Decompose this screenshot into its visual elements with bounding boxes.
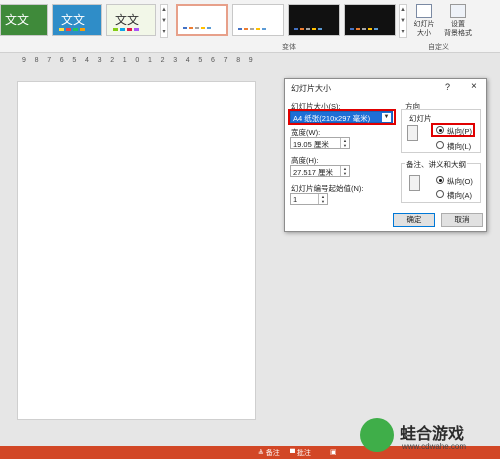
highlight-box [288,109,396,125]
theme-thumbnail-2[interactable]: 文文 [52,4,102,36]
variant-thumbnail-1[interactable] [176,4,228,36]
variant-thumbnail-2[interactable] [232,4,284,36]
cancel-button[interactable]: 取消 [441,213,483,227]
ruler-tick-label: 1 [148,57,152,64]
theme-thumbnail-text: 文文 [115,13,140,27]
watermark-name: 蛙合游戏 [400,424,465,443]
watermark-logo: 蛙合游戏 www.cdwahe.com [360,418,500,459]
portrait-page-icon [407,125,418,141]
scroll-up-icon[interactable]: ▲ [400,5,406,16]
variant-thumbnail-4[interactable] [344,4,396,36]
ruler-tick-label: 1 [122,57,127,64]
spin-buttons-icon[interactable]: ▲ ▼ [340,138,349,148]
slide-size-dialog: 幻灯片大小 ? × 幻灯片大小(S): A4 纸张(210x297 毫米) ▼ … [284,78,487,232]
slides-group-label: 幻灯片 [409,114,432,123]
ruler-tick-label: 6 [59,57,64,64]
ruler-tick-label: 7 [223,57,228,64]
ruler-tick-label: 2 [110,57,115,64]
notes-landscape-radio[interactable] [436,190,444,198]
notes-group-label: 备注、讲义和大纲 [405,159,467,170]
vertical-ruler [6,81,14,420]
variants-group-label: 变体 [282,44,296,51]
gallery-more-icon[interactable]: ▾ [400,27,406,38]
slides-landscape-radio[interactable] [436,141,444,149]
variant-color-swatches [350,28,378,30]
slides-landscape-label[interactable]: 横向(L) [447,141,471,152]
variant-color-swatches [294,28,322,30]
slide-canvas[interactable] [17,81,256,420]
ruler-tick-label: 4 [85,57,89,64]
scroll-up-icon[interactable]: ▲ [161,5,167,16]
ok-button[interactable]: 确定 [393,213,435,227]
notes-portrait-label[interactable]: 纵向(O) [447,176,473,187]
ruler-tick-label: 4 [185,57,190,64]
ruler-tick-label: 5 [72,57,77,64]
start-number-value: 1 [293,195,298,204]
ruler-tick-label: 8 [236,57,241,64]
spin-buttons-icon[interactable]: ▲ ▼ [340,166,349,176]
spin-buttons-icon[interactable]: ▲ ▼ [318,194,327,204]
width-field[interactable]: 19.05 厘米 ▲ ▼ [290,137,350,149]
theme-color-swatches [113,28,139,31]
frog-logo-icon [360,418,394,452]
theme-thumbnail-text: 文文 [5,13,30,27]
close-icon[interactable]: × [471,81,477,92]
slide-size-label: 幻灯片 大小 [413,21,435,37]
ribbon: 文文 文文 文文 ▲ ▼ ▾ ▲ ▼ ▾ 变体 幻灯片 大小 设置 背景格式 自… [0,0,500,53]
ruler-tick-label: 3 [173,57,178,64]
scroll-down-icon[interactable]: ▼ [161,16,167,27]
ruler-tick-label: 0 [135,57,140,64]
notes-landscape-label[interactable]: 横向(A) [447,190,472,201]
dialog-title: 幻灯片大小 [291,84,331,93]
ruler-tick-label: 9 [22,57,26,64]
ruler-tick-label: 3 [97,57,102,64]
variant-thumbnail-3[interactable] [288,4,340,36]
slide-size-icon [416,4,432,18]
variant-gallery-scroll[interactable]: ▲ ▼ ▾ [399,4,407,38]
width-value: 19.05 厘米 [293,140,329,149]
variant-color-swatches [238,28,266,30]
gallery-more-icon[interactable]: ▾ [161,27,167,38]
ruler-tick-label: 9 [248,57,253,64]
theme-color-swatches [59,28,85,31]
ruler-tick-label: 7 [47,57,52,64]
format-background-icon [450,4,466,18]
height-field[interactable]: 27.517 厘米 ▲ ▼ [290,165,350,177]
theme-gallery-scroll[interactable]: ▲ ▼ ▾ [160,4,168,38]
scroll-down-icon[interactable]: ▼ [400,16,406,27]
slides-portrait-radio[interactable] [436,126,444,134]
ruler-tick-label: 8 [34,57,39,64]
watermark-url: www.cdwahe.com [402,442,467,451]
theme-thumbnail-3[interactable]: 文文 [106,4,156,36]
ruler-tick-label: 2 [160,57,165,64]
theme-thumbnail-1[interactable]: 文文 [0,4,48,36]
comments-button[interactable]: ▀ 批注 [290,448,311,458]
custom-group-label: 自定义 [428,44,449,51]
notes-button[interactable]: ≜ 备注 [258,448,280,458]
help-icon[interactable]: ? [445,82,450,92]
start-number-field[interactable]: 1 ▲ ▼ [290,193,328,205]
height-value: 27.517 厘米 [293,168,334,177]
format-background-label: 设置 背景格式 [444,21,472,37]
normal-view-icon[interactable]: ▣ [330,448,337,456]
portrait-page-icon [409,175,420,191]
ruler-tick-label: 6 [211,57,215,64]
theme-thumbnail-text: 文文 [61,13,86,27]
slide-size-button[interactable]: 幻灯片 大小 [410,4,438,38]
horizontal-ruler: 9876543210123456789 [0,56,280,68]
ruler-tick-label: 5 [198,57,203,64]
variant-color-swatches [183,27,211,29]
notes-portrait-radio[interactable] [436,176,444,184]
slides-portrait-label[interactable]: 纵向(P) [447,126,472,137]
format-background-button[interactable]: 设置 背景格式 [440,4,476,38]
